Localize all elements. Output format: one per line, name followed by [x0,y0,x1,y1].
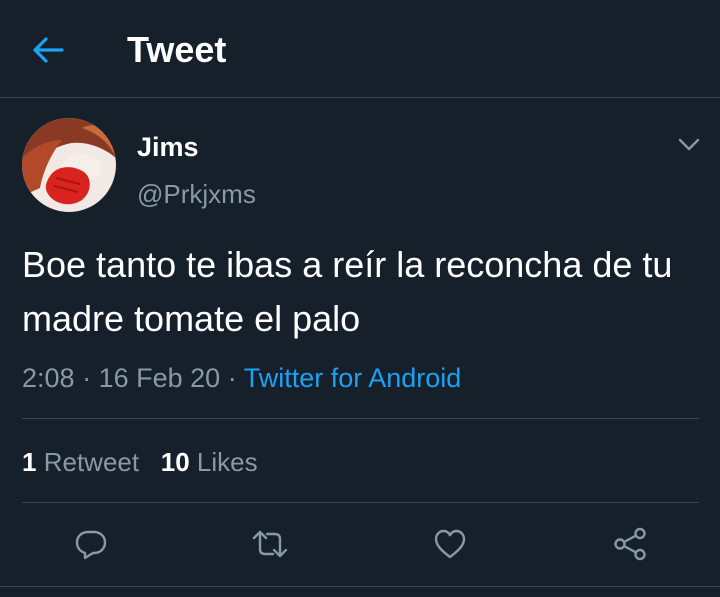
meta-separator: · [82,363,92,393]
retweets-stat[interactable]: 1 Retweet [22,447,139,477]
likes-label: Likes [196,447,258,477]
bottom-divider [0,586,720,587]
arrow-left-icon [33,37,64,63]
divider [22,502,699,503]
page-title: Tweet [127,29,227,70]
top-bar: Tweet [0,0,720,98]
back-button[interactable] [26,30,70,70]
author-handle[interactable]: @Prkjxms [137,178,256,210]
tweet-meta: 2:08 · 16 Feb 20 · Twitter for Android [22,360,461,396]
more-options-button[interactable] [674,130,704,160]
heart-icon [434,529,466,559]
meta-separator: · [227,363,237,393]
tweet-date: 16 Feb 20 [98,363,221,393]
chevron-down-icon [678,138,700,151]
retweets-count: 1 [22,447,37,477]
share-button[interactable] [606,520,654,568]
tweet-detail-screen: Tweet Jims @Prkjxms Boe tanto te ibas a … [0,0,720,597]
share-icon [614,527,646,561]
avatar-image [22,118,116,212]
likes-stat[interactable]: 10 Likes [161,447,258,477]
tweet-source-link[interactable]: Twitter for Android [244,363,462,393]
retweets-label: Retweet [43,447,140,477]
author-name[interactable]: Jims [137,131,199,163]
divider [22,418,699,419]
reply-icon [75,530,107,560]
retweet-button[interactable] [246,520,294,568]
reply-button[interactable] [67,520,115,568]
like-button[interactable] [426,520,474,568]
engagement-stats: 1 Retweet 10 Likes [22,444,258,480]
tweet-time: 2:08 [22,363,75,393]
tweet-text: Boe tanto te ibas a reír la reconcha de … [22,244,673,339]
likes-count: 10 [160,447,190,477]
retweet-icon [252,530,288,558]
avatar[interactable] [22,118,116,212]
